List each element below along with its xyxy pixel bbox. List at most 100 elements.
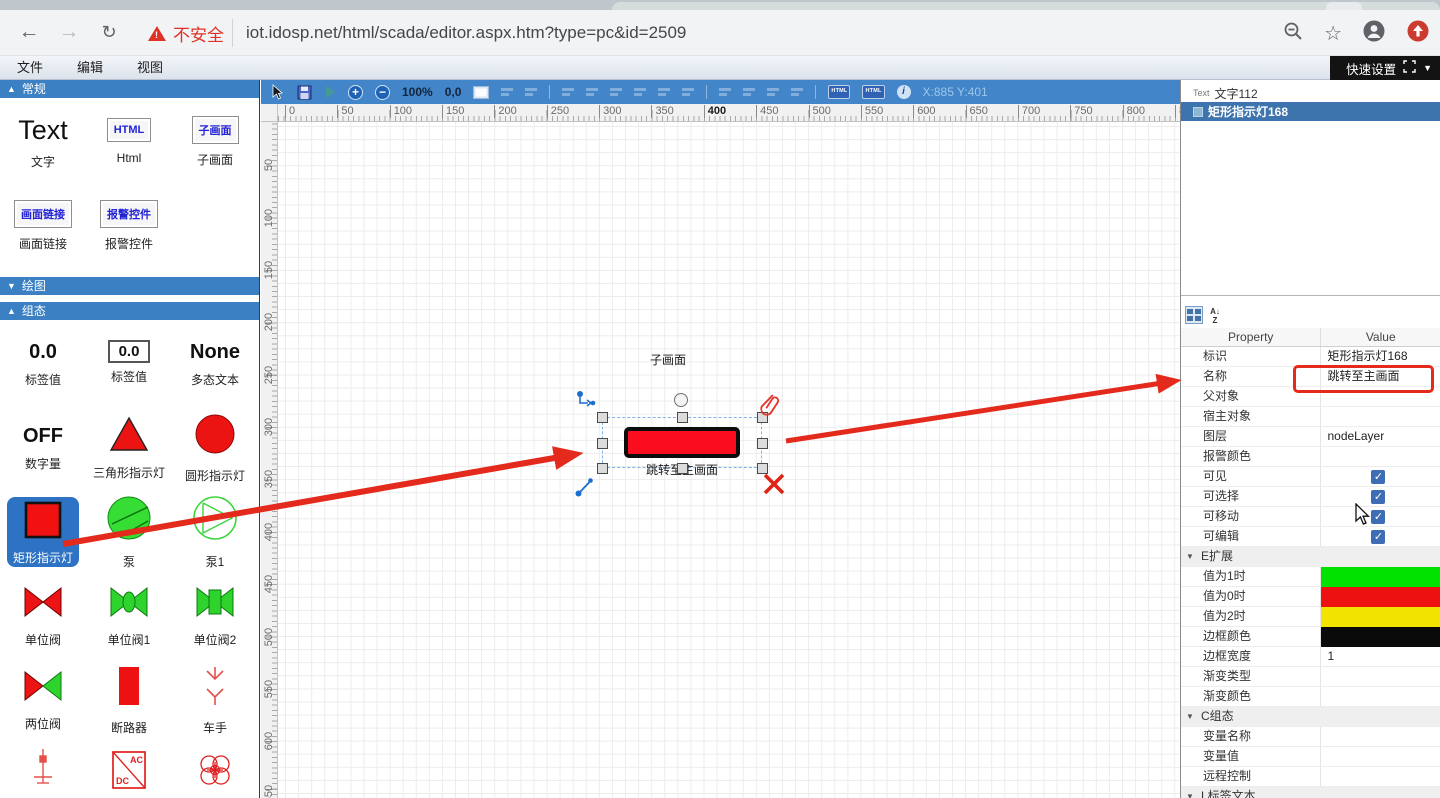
palette-item-画面链接[interactable]: 画面链接画面链接 bbox=[0, 184, 86, 268]
menu-视图[interactable]: 视图 bbox=[120, 56, 180, 80]
connector-line-icon[interactable] bbox=[575, 477, 595, 502]
selection-handle[interactable] bbox=[677, 412, 688, 423]
property-value[interactable]: ✓ bbox=[1320, 487, 1440, 506]
selection-handle[interactable] bbox=[757, 438, 768, 449]
categorized-view-icon[interactable] bbox=[1185, 306, 1203, 324]
menu-编辑[interactable]: 编辑 bbox=[60, 56, 120, 80]
section-header-绘图[interactable]: ▼绘图 bbox=[0, 277, 259, 295]
property-value[interactable] bbox=[1320, 587, 1440, 606]
palette-item-泵[interactable]: 泵 bbox=[86, 490, 172, 574]
rect-indicator-element[interactable] bbox=[624, 427, 740, 458]
back-icon[interactable]: ← bbox=[12, 10, 46, 56]
property-value[interactable]: ✓ bbox=[1320, 527, 1440, 546]
property-value[interactable] bbox=[1320, 447, 1440, 466]
menu-文件[interactable]: 文件 bbox=[0, 56, 60, 80]
property-row-E扩展[interactable]: E扩展 bbox=[1181, 547, 1440, 567]
palette-item-单位阀2[interactable]: 单位阀2 bbox=[172, 574, 258, 658]
palette-item-数字量[interactable]: OFF数字量 bbox=[0, 406, 86, 490]
zoom-out-page-icon[interactable] bbox=[1282, 20, 1304, 47]
palette-item-PT[interactable]: PT bbox=[172, 742, 258, 798]
canvas-icon[interactable] bbox=[473, 86, 489, 99]
property-value[interactable] bbox=[1320, 687, 1440, 706]
property-value[interactable]: ✓ bbox=[1320, 507, 1440, 526]
palette-item-标签值[interactable]: 0.0标签值 bbox=[0, 322, 86, 406]
property-value[interactable]: nodeLayer bbox=[1320, 427, 1440, 446]
color-swatch[interactable] bbox=[1321, 567, 1440, 587]
section-header-组态[interactable]: ▲组态 bbox=[0, 302, 259, 320]
html-preview-icon[interactable]: HTML bbox=[862, 85, 884, 99]
palette-item-报警控件[interactable]: 报警控件报警控件 bbox=[86, 184, 172, 268]
checkbox-checked-icon[interactable]: ✓ bbox=[1371, 490, 1385, 504]
palette-item-文字[interactable]: Text文字 bbox=[0, 100, 86, 184]
selection-handle[interactable] bbox=[597, 412, 608, 423]
palette-item-泵1[interactable]: 泵1 bbox=[172, 490, 258, 574]
property-value[interactable]: 矩形指示灯168 bbox=[1320, 347, 1440, 366]
palette-item-label: 单位阀2 bbox=[194, 633, 237, 648]
connector-icon[interactable] bbox=[576, 390, 598, 415]
palette-item-三角形指示灯[interactable]: 三角形指示灯 bbox=[86, 406, 172, 490]
property-value[interactable] bbox=[1320, 567, 1440, 586]
address-bar[interactable]: iot.idosp.net/html/scada/editor.aspx.htm… bbox=[246, 10, 686, 56]
property-value[interactable]: 跳转至主画面 bbox=[1320, 367, 1440, 386]
browser-tab[interactable] bbox=[612, 2, 1440, 10]
property-row-L标签文本[interactable]: L标签文本 bbox=[1181, 787, 1440, 798]
color-swatch[interactable] bbox=[1321, 587, 1440, 607]
property-value[interactable]: 1 bbox=[1320, 647, 1440, 666]
security-badge[interactable]: ! 不安全 bbox=[148, 10, 224, 56]
subscreen-text-element[interactable]: 子画面 bbox=[650, 351, 686, 368]
save-icon[interactable] bbox=[297, 85, 312, 100]
rotate-handle[interactable] bbox=[674, 393, 688, 407]
quick-settings[interactable]: 快速设置 ▼ bbox=[1330, 56, 1440, 80]
palette-item-标签值[interactable]: 0.0标签值 bbox=[86, 322, 172, 406]
property-value[interactable] bbox=[1320, 747, 1440, 766]
property-value[interactable] bbox=[1320, 407, 1440, 426]
color-swatch[interactable] bbox=[1321, 607, 1440, 627]
checkbox-checked-icon[interactable]: ✓ bbox=[1371, 530, 1385, 544]
bookmark-star-icon[interactable]: ☆ bbox=[1324, 21, 1342, 46]
property-value[interactable] bbox=[1320, 667, 1440, 686]
palette-item-逆变器[interactable]: ACDC逆变器 bbox=[86, 742, 172, 798]
property-value[interactable] bbox=[1320, 727, 1440, 746]
zoom-out-icon[interactable]: − bbox=[375, 85, 390, 100]
chevron-down-icon[interactable]: ▼ bbox=[1423, 63, 1432, 73]
property-value[interactable] bbox=[1320, 387, 1440, 406]
palette-item-断路器[interactable]: 断路器 bbox=[86, 658, 172, 742]
palette-item-多态文本[interactable]: None多态文本 bbox=[172, 322, 258, 406]
palette-item-刀闸[interactable]: 刀闸 bbox=[0, 742, 86, 798]
property-value[interactable] bbox=[1320, 547, 1440, 566]
palette-item-矩形指示灯[interactable]: 矩形指示灯 bbox=[7, 497, 79, 567]
property-value[interactable]: ✓ bbox=[1320, 467, 1440, 486]
zoom-in-icon[interactable]: + bbox=[348, 85, 363, 100]
palette-item-子画面[interactable]: 子画面子画面 bbox=[172, 100, 258, 184]
palette-item-单位阀[interactable]: 单位阀 bbox=[0, 574, 86, 658]
section-header-常规[interactable]: ▲常规 bbox=[0, 80, 259, 98]
delete-x-icon[interactable] bbox=[762, 472, 786, 501]
property-value[interactable] bbox=[1320, 627, 1440, 646]
html-source-icon[interactable]: HTML bbox=[828, 85, 850, 99]
selection-handle[interactable] bbox=[677, 463, 688, 474]
svg-text:AC: AC bbox=[130, 755, 143, 765]
forward-icon[interactable]: → bbox=[52, 10, 86, 56]
selection-handle[interactable] bbox=[597, 463, 608, 474]
info-icon[interactable]: i bbox=[897, 85, 911, 99]
property-value[interactable] bbox=[1320, 787, 1440, 798]
cursor-icon[interactable] bbox=[269, 84, 285, 100]
reload-icon[interactable]: ↻ bbox=[92, 10, 126, 56]
palette-item-圆形指示灯[interactable]: 圆形指示灯 bbox=[172, 406, 258, 490]
property-value[interactable] bbox=[1320, 767, 1440, 786]
color-swatch[interactable] bbox=[1321, 627, 1440, 647]
property-value[interactable] bbox=[1320, 707, 1440, 726]
palette-item-车手[interactable]: 车手 bbox=[172, 658, 258, 742]
palette-item-单位阀1[interactable]: 单位阀1 bbox=[86, 574, 172, 658]
alphabetical-sort-icon[interactable]: A↓Z bbox=[1206, 306, 1224, 324]
browser-update-icon[interactable] bbox=[1406, 19, 1430, 48]
selection-handle[interactable] bbox=[597, 438, 608, 449]
tree-item-文字112[interactable]: Text文字112 bbox=[1181, 84, 1440, 102]
palette-item-Html[interactable]: HTMLHtml bbox=[86, 100, 172, 184]
profile-avatar-icon[interactable] bbox=[1362, 19, 1386, 48]
palette-item-两位阀[interactable]: 两位阀 bbox=[0, 658, 86, 742]
checkbox-checked-icon[interactable]: ✓ bbox=[1371, 470, 1385, 484]
tree-item-矩形指示灯168[interactable]: 矩形指示灯168 bbox=[1181, 102, 1440, 121]
property-row-C组态[interactable]: C组态 bbox=[1181, 707, 1440, 727]
property-value[interactable] bbox=[1320, 607, 1440, 626]
